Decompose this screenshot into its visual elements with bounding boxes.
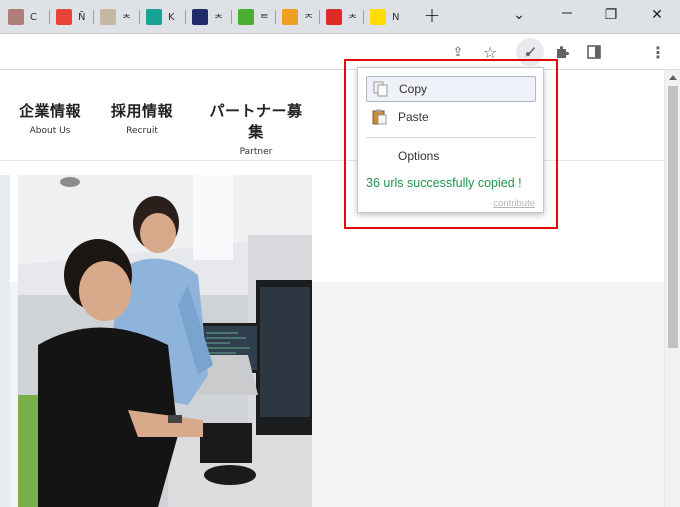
browser-tab[interactable]: N	[366, 6, 410, 28]
scroll-up-arrow-icon[interactable]	[669, 75, 677, 80]
grid-pattern-icon	[100, 9, 116, 25]
browser-tab[interactable]: Ñ	[52, 6, 96, 28]
w-letter-icon	[192, 9, 208, 25]
nav-item-partner-en: Partner	[239, 147, 273, 157]
nav-item-about-en: About Us	[29, 126, 71, 136]
browser-tab-label: K	[168, 11, 175, 23]
tab-separator	[231, 10, 232, 24]
tab-separator	[139, 10, 140, 24]
browser-tab[interactable]: ᄎ	[188, 6, 232, 28]
browser-tab-label: ᄎ	[348, 13, 358, 25]
nav-item-recruit[interactable]: 採用情報 Recruit	[110, 100, 174, 136]
browser-menu-icon[interactable]: ⋮	[648, 42, 668, 62]
minimize-button[interactable]	[556, 5, 578, 25]
browser-tab[interactable]: C	[4, 6, 48, 28]
bookmark-square-icon	[8, 9, 24, 25]
browser-tab[interactable]: K	[142, 6, 186, 28]
nav-item-recruit-en: Recruit	[126, 126, 158, 136]
browser-tab-label: N	[392, 11, 400, 23]
close-window-button[interactable]: ✕	[646, 5, 668, 25]
o-letter-icon	[326, 9, 342, 25]
tab-separator	[363, 10, 364, 24]
browser-tab-label: ᄐ	[260, 13, 270, 25]
restore-button[interactable]: ❐	[600, 5, 622, 25]
tab-separator	[93, 10, 94, 24]
nav-item-partner-jp: パートナー募集	[209, 102, 303, 141]
tab-strip: C Ñ ᄎ K ᄎ ᄐ ᄌ ᄎ N + ⌄ ❐ ✕	[0, 0, 680, 34]
browser-toolbar: ⇪ ☆ ⋮	[0, 34, 680, 70]
browser-tab[interactable]: ᄐ	[234, 6, 278, 28]
tab-separator	[185, 10, 186, 24]
browser-tab-label: C	[30, 11, 37, 23]
scrollbar-thumb[interactable]	[668, 86, 678, 348]
tab-separator	[49, 10, 50, 24]
browser-tab-label: Ñ	[78, 11, 86, 23]
nikon-icon	[370, 9, 386, 25]
nav-item-about-jp: 企業情報	[18, 102, 81, 120]
nav-item-partner[interactable]: パートナー募集 Partner	[202, 100, 310, 157]
check-leaf-icon	[238, 9, 254, 25]
tab-separator	[275, 10, 276, 24]
side-panel-icon[interactable]	[584, 42, 604, 62]
nav-item-recruit-jp: 採用情報	[110, 102, 173, 120]
browser-tab-label: ᄎ	[122, 13, 132, 25]
nav-item-about[interactable]: 企業情報 About Us	[18, 100, 82, 136]
tab-separator	[319, 10, 320, 24]
browser-tab-label: ᄎ	[214, 13, 224, 25]
new-tab-button[interactable]: +	[421, 5, 443, 25]
colorful-ball-icon	[56, 9, 72, 25]
browser-tab[interactable]: ᄎ	[96, 6, 140, 28]
bars-icon	[282, 9, 298, 25]
browser-tab[interactable]: ᄎ	[322, 6, 366, 28]
web-page: 企業情報 About Us 採用情報 Recruit パートナー募集 Partn…	[0, 70, 664, 507]
site-navigation: 企業情報 About Us 採用情報 Recruit パートナー募集 Partn…	[0, 70, 664, 161]
tab-search-chevron-icon[interactable]: ⌄	[508, 5, 530, 25]
browser-tab[interactable]: ᄌ	[278, 6, 322, 28]
page-scrollbar[interactable]	[664, 70, 680, 507]
smiley-icon	[146, 9, 162, 25]
browser-tab-label: ᄌ	[304, 13, 314, 25]
highlight-annotation-box	[344, 59, 558, 229]
photo-left-edge	[0, 175, 10, 507]
office-photo	[18, 175, 312, 507]
